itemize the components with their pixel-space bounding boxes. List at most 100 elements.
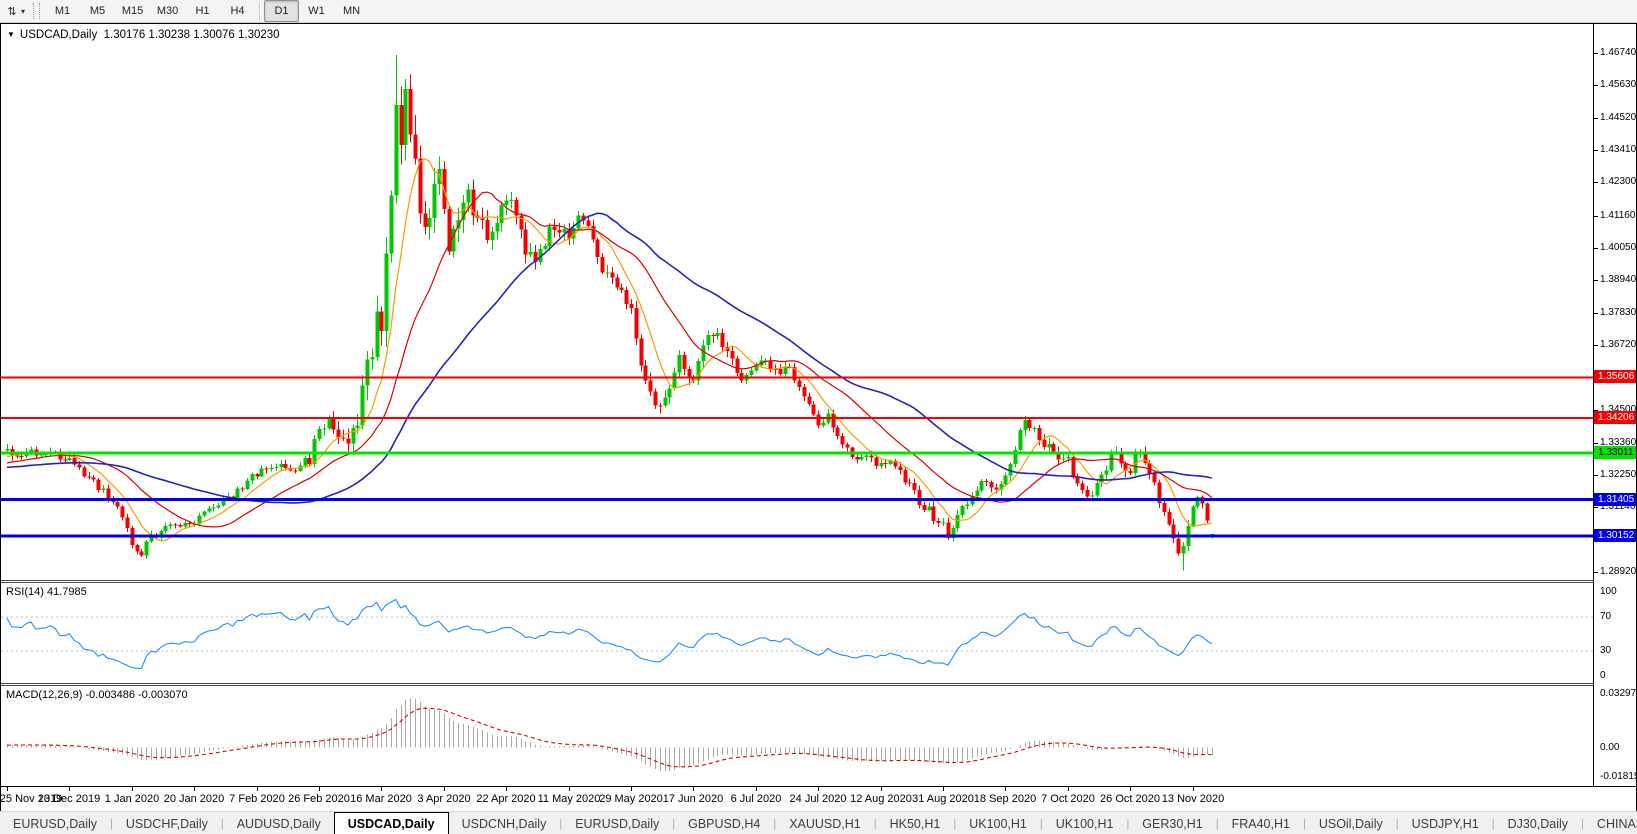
chart-tab-usdchf-daily[interactable]: USDCHF,Daily	[113, 812, 221, 834]
time-axis-label: 13 Dec 2019	[37, 793, 101, 805]
chart-tab-fra40-h1[interactable]: FRA40,H1	[1219, 812, 1303, 834]
time-axis-label: 1 Jan 2020	[104, 793, 160, 805]
chart-high-value: 1.30238	[148, 29, 190, 41]
time-tick-mark	[7, 787, 8, 791]
timeframe-button-m30[interactable]: M30	[150, 0, 185, 22]
price-line-badge: 1.34206	[1594, 411, 1636, 424]
timeframe-button-d1[interactable]: D1	[264, 0, 300, 22]
price-axis-line	[1593, 24, 1594, 786]
symbol-dropdown-icon[interactable]: ▼	[7, 30, 15, 39]
chart-close-value: 1.30230	[237, 29, 280, 41]
timeframe-buttons: M1 M5 M15 M30 H1 H4 D1 W1 MN	[45, 0, 369, 22]
chart-tab-uk100-h1[interactable]: UK100,H1	[956, 812, 1040, 834]
chart-tab-usdcad-daily[interactable]: USDCAD,Daily	[333, 812, 449, 834]
chart-tab-usoil-daily[interactable]: USOil,Daily	[1306, 812, 1396, 834]
time-axis-label: 22 Apr 2020	[476, 793, 536, 805]
time-tick-mark	[506, 787, 507, 791]
chart-tab-usdcnh-daily[interactable]: USDCNH,Daily	[449, 812, 560, 834]
price-tick-mark	[1594, 85, 1598, 86]
timeframe-button-m5[interactable]: M5	[80, 0, 115, 22]
price-tick-label: 1.41160	[1600, 210, 1636, 221]
price-tick-mark	[1594, 118, 1598, 119]
time-axis-label: 20 Jan 2020	[163, 793, 225, 805]
chart-tab-ger30-h1[interactable]: GER30,H1	[1129, 812, 1215, 834]
main-chart-canvas[interactable]	[1, 24, 1593, 580]
time-axis-label: 6 Jul 2020	[730, 793, 782, 805]
time-axis-label: 26 Oct 2020	[1100, 793, 1160, 805]
price-tick-label: 1.40050	[1600, 242, 1637, 253]
chart-tab-china300-h1[interactable]: CHINA300,H1	[1584, 812, 1637, 834]
chart-tab-eurusd-daily[interactable]: EURUSD,Daily	[562, 812, 672, 834]
price-tick-label: 1.28920	[1600, 566, 1637, 577]
chart-tab-dj30-daily[interactable]: DJ30,Daily	[1495, 812, 1581, 834]
time-axis-label: 18 Sep 2020	[973, 793, 1037, 805]
time-tick-mark	[194, 787, 195, 791]
time-axis-label: 16 Mar 2020	[350, 793, 412, 805]
price-tick-mark	[1594, 280, 1598, 281]
chart-tab-audusd-daily[interactable]: AUDUSD,Daily	[224, 812, 334, 834]
chart-tab-uk100-h1[interactable]: UK100,H1	[1043, 812, 1127, 834]
price-tick-mark	[1594, 248, 1598, 249]
macd-histogram	[7, 698, 1213, 772]
time-tick-mark	[631, 787, 632, 791]
hline-3[interactable]	[1, 498, 1593, 502]
time-tick-mark	[1005, 787, 1006, 791]
hline-4[interactable]	[1, 534, 1593, 538]
chart-open-value: 1.30176	[103, 29, 146, 41]
chart-tab-gbpusd-h4[interactable]: GBPUSD,H4	[675, 812, 773, 834]
chart-tab-xauusd-h1[interactable]: XAUUSD,H1	[776, 812, 874, 834]
chart-tab-hk50-h1[interactable]: HK50,H1	[877, 812, 954, 834]
cursor-tool-icon[interactable]: ⇅	[4, 3, 20, 19]
hline-0[interactable]	[1, 376, 1593, 379]
rsi-canvas[interactable]	[1, 583, 1593, 683]
time-tick-mark	[756, 787, 757, 791]
timeframe-button-h1[interactable]: H1	[185, 0, 220, 22]
main-price-pane[interactable]: ▼ USDCAD,Daily 1.30176 1.30238 1.30076 1.…	[1, 24, 1593, 580]
rsi-scale-label: 0	[1600, 670, 1606, 681]
time-tick-mark	[257, 787, 258, 791]
price-line-badge: 1.33011	[1594, 446, 1636, 459]
time-axis-label: 7 Oct 2020	[1041, 793, 1095, 805]
time-axis-label: 13 Nov 2020	[1161, 793, 1225, 805]
time-axis-label: 7 Feb 2020	[229, 793, 285, 805]
timeframe-toolbar: ⇅ ▾ M1 M5 M15 M30 H1 H4 D1 W1 MN	[0, 0, 1637, 23]
price-axis[interactable]: 1.46740 1.45630 1.44520 1.43410 1.42300 1.411…	[1593, 24, 1637, 786]
time-tick-mark	[69, 787, 70, 791]
time-axis-label: 26 Feb 2020	[288, 793, 350, 805]
time-axis-label: 3 Apr 2020	[417, 793, 471, 805]
timeframe-button-mn[interactable]: MN	[334, 0, 369, 22]
price-tick-label: 1.45630	[1600, 79, 1637, 90]
rsi-indicator-label: RSI(14) 41.7985	[6, 586, 87, 598]
chart-tab-bar: EURUSD,Daily | USDCHF,Daily | AUDUSD,Daily US…	[0, 811, 1637, 834]
ma-mid-line	[6, 191, 1213, 528]
price-line-badge: 1.30152	[1594, 529, 1636, 542]
price-tick-label: 1.43410	[1600, 144, 1637, 155]
timeframe-button-m1[interactable]: M1	[45, 0, 80, 22]
price-tick-label: 1.38940	[1600, 274, 1637, 285]
timeframe-button-h4[interactable]: H4	[220, 0, 255, 22]
chart-tab-usdjpy-h1[interactable]: USDJPY,H1	[1399, 812, 1492, 834]
macd-canvas[interactable]	[1, 686, 1593, 786]
time-axis[interactable]: 25 Nov 2019 13 Dec 2019 1 Jan 2020 20 Jan 2…	[0, 786, 1636, 811]
price-tick-label: 1.37830	[1600, 307, 1637, 318]
macd-scale-label: -0.018154	[1600, 771, 1637, 782]
price-tick-label: 1.44520	[1600, 112, 1637, 123]
candles-layer	[5, 54, 1215, 571]
macd-indicator-label: MACD(12,26,9) -0.003486 -0.003070	[6, 689, 188, 701]
toolbar-dropdown-caret-icon[interactable]: ▾	[21, 7, 25, 16]
toolbar-grip-handle[interactable]	[33, 3, 41, 19]
chart-window: ▼ USDCAD,Daily 1.30176 1.30238 1.30076 1.…	[0, 23, 1637, 811]
macd-pane[interactable]: MACD(12,26,9) -0.003486 -0.003070	[1, 686, 1593, 786]
price-tick-mark	[1594, 182, 1598, 183]
price-tick-mark	[1594, 507, 1598, 508]
timeframe-button-w1[interactable]: W1	[299, 0, 334, 22]
timeframe-button-m15[interactable]: M15	[115, 0, 150, 22]
hline-1[interactable]	[1, 417, 1593, 420]
price-tick-mark	[1594, 53, 1598, 54]
hline-2[interactable]	[1, 451, 1593, 455]
time-tick-mark	[818, 787, 819, 791]
time-tick-mark	[1130, 787, 1131, 791]
rsi-pane[interactable]: RSI(14) 41.7985	[1, 583, 1593, 683]
chart-tab-eurusd-daily[interactable]: EURUSD,Daily	[0, 812, 110, 834]
price-line-badge: 1.31405	[1594, 493, 1636, 506]
